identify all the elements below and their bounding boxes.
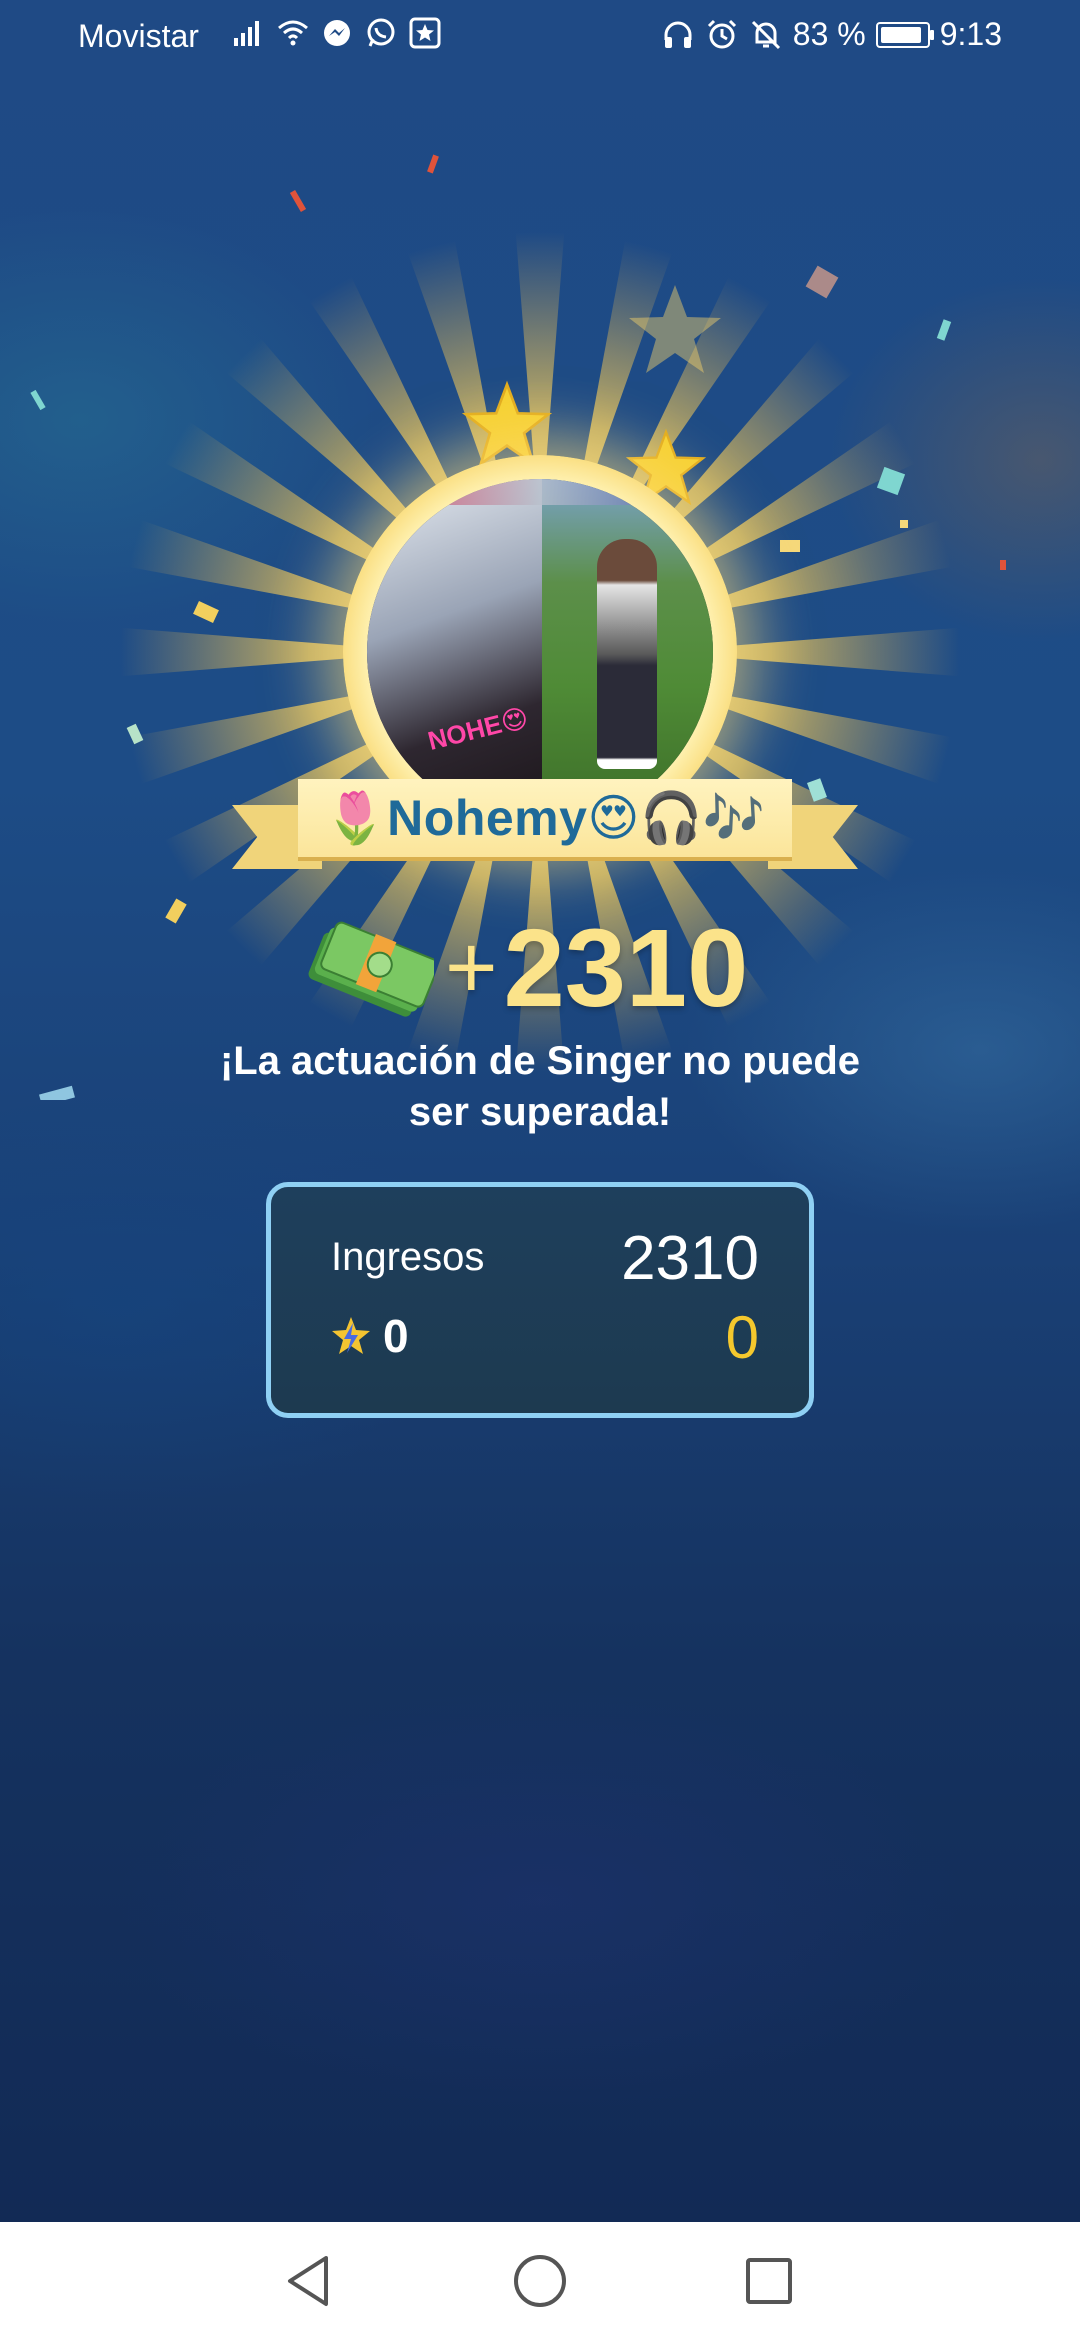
- income-label: Ingresos: [331, 1235, 485, 1279]
- navigation-bar: [0, 2222, 1080, 2340]
- avatar[interactable]: NOHE😍: [367, 479, 713, 825]
- sun-ray: [70, 623, 361, 681]
- avatar-child-figure: [597, 539, 657, 769]
- reward-prefix: +: [445, 918, 498, 1018]
- ribbon-band: 🌷Nohemy😍🎧🎶: [298, 779, 792, 857]
- performance-message: ¡La actuación de Singer no puede ser sup…: [219, 1039, 861, 1134]
- home-icon[interactable]: [507, 2248, 573, 2314]
- name-ribbon: 🌷Nohemy😍🎧🎶: [232, 779, 858, 889]
- cash-stack-icon: [308, 921, 434, 1017]
- income-value: 2310: [621, 1224, 759, 1293]
- star-icon: [629, 285, 721, 373]
- sun-ray: [719, 623, 1010, 681]
- bolt-star-icon: [332, 1317, 370, 1354]
- avatar-photo-left: [367, 479, 542, 825]
- back-icon[interactable]: [276, 2248, 342, 2314]
- income-panel: Ingresos 2310 0 0: [266, 1182, 814, 1418]
- reward-row: +2310: [0, 905, 1080, 1035]
- bonus-label: 0: [383, 1310, 409, 1362]
- avatar-top-strip: [367, 479, 713, 505]
- reward-value: 2310: [503, 907, 749, 1030]
- performer-name: 🌷Nohemy😍🎧🎶: [324, 789, 766, 846]
- bonus-value: 0: [725, 1304, 759, 1371]
- recents-icon[interactable]: [736, 2248, 802, 2314]
- reward-amount: +2310: [445, 905, 748, 1032]
